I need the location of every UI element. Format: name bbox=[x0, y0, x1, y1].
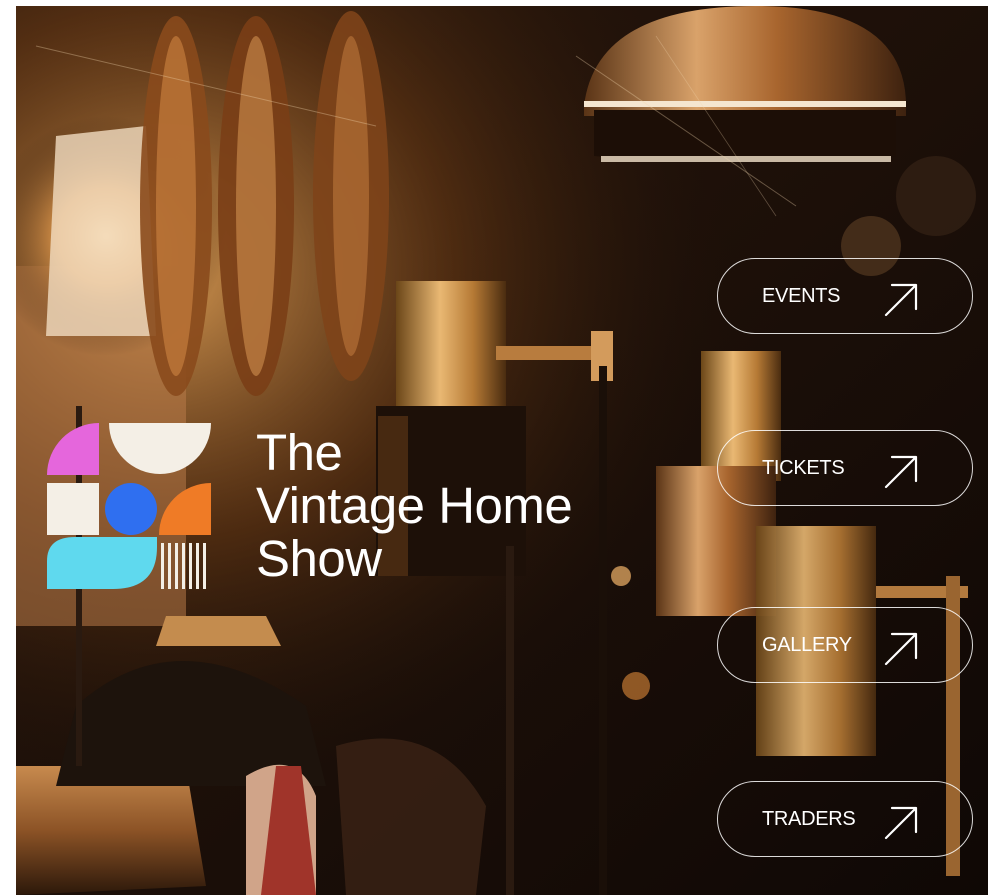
site-title: The Vintage Home Show bbox=[256, 424, 573, 587]
events-button-label: EVENTS bbox=[762, 284, 841, 307]
arrow-up-right-icon bbox=[884, 283, 918, 317]
events-button[interactable]: EVENTS bbox=[717, 258, 973, 334]
gallery-button-label: GALLERY bbox=[762, 633, 852, 656]
tickets-button-label: TICKETS bbox=[762, 456, 845, 479]
logo-pink-shape bbox=[47, 423, 99, 475]
logo-cream-half-circle bbox=[109, 423, 211, 474]
arrow-up-right-icon bbox=[884, 806, 918, 840]
arrow-up-right-icon bbox=[884, 455, 918, 489]
logo-cream-square bbox=[47, 483, 99, 535]
logo-blue-circle bbox=[105, 483, 157, 535]
traders-button[interactable]: TRADERS bbox=[717, 781, 973, 857]
site-title-line-2: Vintage Home bbox=[256, 477, 573, 534]
hero-stage: The Vintage Home Show EVENTS TICKETS GAL… bbox=[16, 6, 988, 895]
logo-stripes bbox=[161, 543, 206, 589]
logo-orange-shape bbox=[159, 483, 211, 535]
gallery-button[interactable]: GALLERY bbox=[717, 607, 973, 683]
logo-cyan-shape bbox=[47, 537, 157, 589]
tickets-button[interactable]: TICKETS bbox=[717, 430, 973, 506]
site-title-line-1: The bbox=[256, 424, 343, 481]
site-title-line-3: Show bbox=[256, 530, 382, 587]
vintage-home-show-logo-icon bbox=[47, 423, 211, 589]
arrow-up-right-icon bbox=[884, 632, 918, 666]
traders-button-label: TRADERS bbox=[762, 807, 856, 830]
